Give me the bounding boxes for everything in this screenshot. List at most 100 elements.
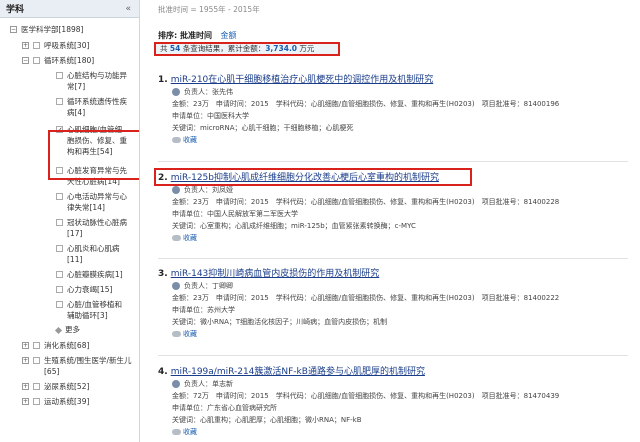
tree-subitem-label: 循环系统遗传性疾病[4] (67, 97, 127, 117)
checkbox[interactable] (56, 245, 63, 252)
record-index: 4. (158, 367, 168, 377)
tree-subitem[interactable]: 冠状动脉性心脏病[17] (0, 217, 139, 239)
checkbox[interactable] (56, 301, 63, 308)
record-unit: 申请单位：广东省心血管病研究所 (172, 404, 277, 412)
person-icon (172, 186, 180, 194)
record-keywords: 关键词：心肌重构；心肌肥厚；心肌细胞；微小RNA；NF-kB (172, 416, 362, 424)
record-title[interactable]: 1. miR-210在心肌干细胞移植治疗心肌梗死中的调控作用及机制研究 (158, 74, 628, 86)
subject-tree: − 医学科学部[1898] + 呼吸系统[30] − 循环系统[180] 心脏结… (0, 18, 139, 407)
record-keywords: 关键词：微小RNA；T细胞活化核因子；川崎病；血管内皮损伤；机制 (172, 318, 388, 326)
tree-item-motor[interactable]: + 运动系统[39] (0, 396, 139, 407)
checkbox[interactable] (33, 383, 40, 390)
tree-item-circulatory[interactable]: − 循环系统[180] (0, 55, 139, 66)
tree-item-label: 循环系统[180] (44, 56, 95, 65)
summary-suffix: 万元 (297, 44, 315, 53)
favorite-button[interactable]: 收藏 (158, 232, 628, 244)
favorite-label: 收藏 (183, 136, 197, 144)
tree-subitem[interactable]: 心脏瓣膜疾病[1] (0, 269, 139, 280)
record-details: 金额：72万 申请时间：2015 学科代码：心肌细胞/血管细胞损伤、修复、重构和… (172, 392, 560, 400)
person-icon (172, 380, 180, 388)
tree-item-digestive[interactable]: + 消化系统[68] (0, 340, 139, 351)
tree-subitem-label: 心肌炎和心肌病[11] (67, 244, 120, 264)
expand-plus-icon[interactable]: + (22, 383, 29, 390)
person-name: 负责人：丁卿卿 (184, 282, 233, 290)
expand-plus-icon[interactable]: + (22, 342, 29, 349)
tree-subitem[interactable]: 心肌炎和心肌病[11] (0, 243, 139, 265)
expand-plus-icon[interactable]: + (22, 42, 29, 49)
record-unit: 申请单位：苏州大学 (172, 306, 235, 314)
result-record: 4. miR-199a/miR-214簇激活NF-kB通路参与心肌肥厚的机制研究 … (158, 366, 628, 438)
sidebar-title: 学科 (6, 5, 25, 15)
tree-item-label: 运动系统[39] (44, 397, 90, 406)
more-link[interactable]: 更多 (0, 325, 139, 335)
divider (158, 355, 628, 356)
tree-subitem[interactable]: 心脏结构与功能异常[7] (0, 70, 139, 92)
checkbox[interactable] (33, 342, 40, 349)
favorite-button[interactable]: 收藏 (158, 426, 628, 438)
tree-root-label: 医学科学部[1898] (21, 25, 84, 34)
record-index: 1. (158, 75, 168, 85)
record-unit: 申请单位：中国人民解放军第二军医大学 (172, 210, 298, 218)
checkbox[interactable] (33, 57, 40, 64)
sort-label[interactable]: 排序: 批准时间 (158, 31, 212, 40)
checkbox[interactable] (56, 98, 63, 105)
tree-item-reproductive[interactable]: + 生殖系统/围生医学/新生儿[65] (0, 355, 139, 377)
tree-subitem-label: 心力衰竭[15] (67, 285, 113, 294)
highlight-box (154, 168, 472, 186)
record-person: 负责人：单志新 (158, 378, 628, 390)
favorite-button[interactable]: 收藏 (158, 134, 628, 146)
record-person: 负责人：丁卿卿 (158, 280, 628, 292)
tree-root[interactable]: − 医学科学部[1898] (0, 24, 139, 35)
sidebar-header[interactable]: 学科 « (0, 0, 139, 18)
tree-item-label: 生殖系统/围生医学/新生儿[65] (44, 356, 132, 376)
tree-subitem-label: 心脏/血管移植和辅助循环[3] (67, 300, 123, 320)
tree-item-label: 消化系统[68] (44, 341, 90, 350)
favorite-label: 收藏 (183, 428, 197, 436)
results-summary: 共 54 条查询结果，累计金额：3,734.0 万元 (154, 42, 340, 56)
checkbox[interactable] (33, 357, 40, 364)
checkbox[interactable] (33, 42, 40, 49)
checkbox[interactable] (56, 72, 63, 79)
tree-subitem[interactable]: 心脏/血管移植和辅助循环[3] (0, 299, 139, 321)
tree-subitem[interactable]: 心电活动异常与心律失常[14] (0, 191, 139, 213)
expand-plus-icon[interactable]: + (22, 357, 29, 364)
record-title[interactable]: 4. miR-199a/miR-214簇激活NF-kB通路参与心肌肥厚的机制研究 (158, 366, 628, 378)
tree-subitem[interactable]: 心力衰竭[15] (0, 284, 139, 295)
collapse-minus-icon[interactable]: − (10, 26, 17, 33)
record-keywords: 关键词：心室重构；心肌成纤维细胞；miR-125b；血管紧张素转换酶；c-MYC (172, 222, 416, 230)
collapse-chevron-icon[interactable]: « (125, 4, 131, 14)
collapse-minus-icon[interactable]: − (22, 57, 29, 64)
record-title-link[interactable]: miR-143抑制川崎病血管内皮损伤的作用及机制研究 (171, 268, 380, 280)
record-details: 金额：23万 申请时间：2015 学科代码：心肌细胞/血管细胞损伤、修复、重构和… (172, 294, 560, 302)
person-name: 负责人：单志新 (184, 380, 233, 388)
sort-amount-link[interactable]: 金额 (221, 31, 237, 40)
favorite-button[interactable]: 收藏 (158, 328, 628, 340)
checkbox[interactable] (33, 398, 40, 405)
expand-plus-icon[interactable]: + (22, 398, 29, 405)
diamond-icon (54, 326, 63, 334)
result-record: 3. miR-143抑制川崎病血管内皮损伤的作用及机制研究 负责人：丁卿卿 金额：… (158, 268, 628, 340)
favorite-icon (172, 137, 181, 143)
checkbox[interactable] (56, 286, 63, 293)
subject-sidebar: 学科 « − 医学科学部[1898] + 呼吸系统[30] − 循环系统[180… (0, 0, 140, 442)
tree-subitem-label: 心脏瓣膜疾病[1] (67, 270, 123, 279)
checkbox[interactable] (56, 271, 63, 278)
favorite-icon (172, 429, 181, 435)
divider (158, 258, 628, 259)
record-title[interactable]: 3. miR-143抑制川崎病血管内皮损伤的作用及机制研究 (158, 268, 628, 280)
favorite-icon (172, 235, 181, 241)
tree-item-urinary[interactable]: + 泌尿系统[52] (0, 381, 139, 392)
record-title-link[interactable]: miR-199a/miR-214簇激活NF-kB通路参与心肌肥厚的机制研究 (171, 366, 425, 378)
favorite-icon (172, 331, 181, 337)
favorite-label: 收藏 (183, 234, 197, 242)
tree-subitem-label: 心电活动异常与心律失常[14] (67, 192, 127, 212)
record-title-link[interactable]: miR-210在心肌干细胞移植治疗心肌梗死中的调控作用及机制研究 (171, 74, 434, 86)
checkbox[interactable] (56, 193, 63, 200)
tree-item-respiratory[interactable]: + 呼吸系统[30] (0, 40, 139, 51)
divider (158, 161, 628, 162)
checkbox[interactable] (56, 219, 63, 226)
result-count: 54 (169, 44, 181, 53)
tree-subitem[interactable]: 循环系统遗传性疾病[4] (0, 96, 139, 118)
summary-prefix: 共 (160, 44, 170, 53)
result-record: 1. miR-210在心肌干细胞移植治疗心肌梗死中的调控作用及机制研究 负责人：张… (158, 74, 628, 146)
